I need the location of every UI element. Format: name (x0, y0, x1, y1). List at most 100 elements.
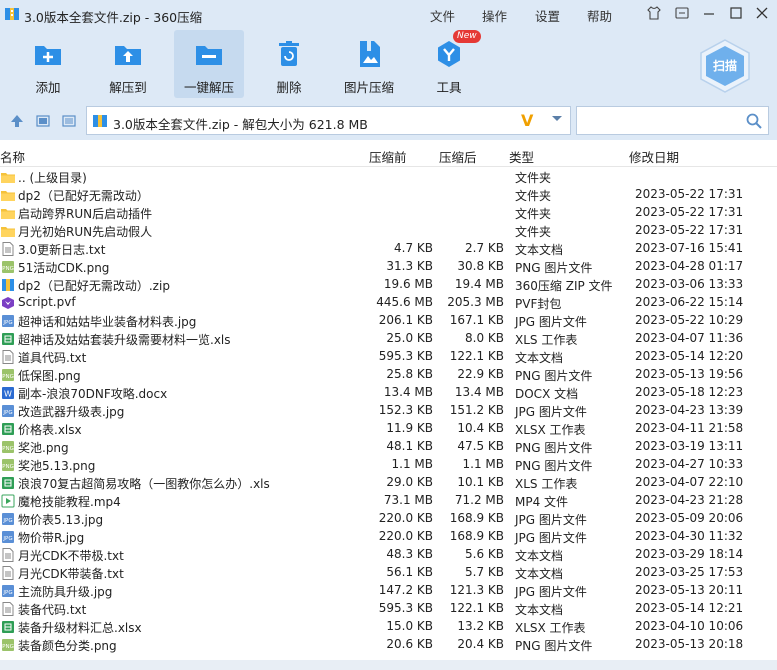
search-input[interactable] (581, 111, 735, 131)
menu-file[interactable]: 文件 (430, 6, 455, 25)
skin-icon[interactable] (645, 6, 663, 24)
file-type: XLSX 工作表 (515, 621, 586, 635)
file-row[interactable]: 装备升级材料汇总.xlsx 15.0 KB 13.2 KB XLSX 工作表 2023-… (0, 618, 777, 636)
file-packed-size: 22.9 KB (457, 367, 504, 381)
file-type: 文件夹 (515, 171, 552, 185)
file-row[interactable]: 启动跨界RUN后启动插件 文件夹 2023-05-22 17:31 (0, 204, 777, 222)
file-packed-size: 20.4 KB (457, 637, 504, 651)
delete-button[interactable]: 删除 (254, 30, 324, 98)
file-name: 道具代码.txt (18, 351, 87, 365)
verified-v-icon: V (521, 111, 534, 130)
menu-help[interactable]: 帮助 (587, 6, 612, 25)
png-file-icon: PNG (1, 638, 15, 652)
file-row[interactable]: 月光初始RUN先启动假人 文件夹 2023-05-22 17:31 (0, 222, 777, 240)
file-row[interactable]: .. (上级目录) 文件夹 (0, 168, 777, 186)
file-row[interactable]: PNG 奖池.png 48.1 KB 47.5 KB PNG 图片文件 2023-03-1… (0, 438, 777, 456)
file-row[interactable]: Script.pvf 445.6 MB 205.3 MB PVF封包 2023-06-2… (0, 294, 777, 312)
file-row[interactable]: PNG 51活动CDK.png 31.3 KB 30.8 KB PNG 图片文件 2023… (0, 258, 777, 276)
file-name: 奖池.png (18, 441, 69, 455)
scan-button[interactable]: 扫描 (698, 38, 752, 94)
file-size: 20.6 KB (386, 637, 433, 651)
column-date[interactable]: 修改日期 (629, 147, 679, 166)
file-row[interactable]: PNG 装备颜色分类.png 20.6 KB 20.4 KB PNG 图片文件 2023-… (0, 636, 777, 654)
column-name[interactable]: 名称 (0, 147, 25, 166)
menu-settings[interactable]: 设置 (535, 6, 560, 25)
file-date: 2023-04-27 10:33 (635, 457, 744, 471)
file-type: 文本文档 (515, 603, 564, 617)
file-size: 206.1 KB (378, 313, 433, 327)
search-icon[interactable] (746, 113, 762, 129)
column-packed[interactable]: 压缩后 (439, 147, 477, 166)
add-button[interactable]: 添加 (13, 30, 83, 98)
file-row[interactable]: PNG 低保图.png 25.8 KB 22.9 KB PNG 图片文件 2023-05-… (0, 366, 777, 384)
list-view-icon[interactable] (62, 114, 76, 128)
file-row[interactable]: 魔枪技能教程.mp4 73.1 MB 71.2 MB MP4 文件 2023-04-23… (0, 492, 777, 510)
file-row[interactable]: JPG 超神话和姑姑毕业装备材料表.jpg 206.1 KB 167.1 KB JPG … (0, 312, 777, 330)
file-size: 595.3 KB (378, 349, 433, 363)
menu-operation[interactable]: 操作 (482, 6, 507, 25)
file-row[interactable]: JPG 物价带R.jpg 220.0 KB 168.9 KB JPG 图片文件 2023-… (0, 528, 777, 546)
file-row[interactable]: 月光CDK不带极.txt 48.3 KB 5.6 KB 文本文档 2023-03-29 … (0, 546, 777, 564)
file-row[interactable]: 价格表.xlsx 11.9 KB 10.4 KB XLSX 工作表 2023-04-11… (0, 420, 777, 438)
file-row[interactable]: 浪浪70复古超简易攻略（一图教你怎么办）.xls 29.0 KB 10.1 KB XL… (0, 474, 777, 492)
file-name: 装备颜色分类.png (18, 639, 117, 653)
text-file-icon (1, 242, 15, 256)
extract-to-button[interactable]: 解压到 (93, 30, 163, 98)
file-size: 220.0 KB (378, 511, 433, 525)
file-packed-size: 2.7 KB (465, 241, 504, 255)
chevron-down-icon[interactable] (551, 111, 563, 125)
file-name: Script.pvf (18, 295, 76, 309)
file-type: 360压缩 ZIP 文件 (515, 279, 613, 293)
file-row[interactable]: JPG 主流防具升级.jpg 147.2 KB 121.3 KB JPG 图片文件 202… (0, 582, 777, 600)
file-row[interactable]: 月光CDK带装备.txt 56.1 KB 5.7 KB 文本文档 2023-03-25 … (0, 564, 777, 582)
jpg-file-icon: JPG (1, 584, 15, 598)
video-file-icon (1, 494, 15, 508)
file-row[interactable]: dp2（已配好无需改动） 文件夹 2023-05-22 17:31 (0, 186, 777, 204)
feedback-icon[interactable] (673, 6, 691, 24)
file-list: .. (上级目录) 文件夹 dp2（已配好无需改动） 文件夹 2023-05-22 17… (0, 168, 777, 654)
file-type: XLS 工作表 (515, 477, 578, 491)
up-arrow-icon[interactable] (10, 114, 24, 128)
file-date: 2023-05-09 20:06 (635, 511, 744, 525)
file-row[interactable]: PNG 奖池5.13.png 1.1 MB 1.1 MB PNG 图片文件 2023-04… (0, 456, 777, 474)
file-type: JPG 图片文件 (515, 513, 587, 527)
file-type: JPG 图片文件 (515, 531, 587, 545)
file-date: 2023-05-22 17:31 (635, 187, 744, 201)
svg-text:PNG: PNG (2, 266, 14, 272)
file-size: 31.3 KB (386, 259, 433, 273)
file-row[interactable]: 装备代码.txt 595.3 KB 122.1 KB 文本文档 2023-05-14 1… (0, 600, 777, 618)
view-mode-icon[interactable] (36, 114, 50, 128)
file-packed-size: 5.6 KB (465, 547, 504, 561)
file-row[interactable]: 超神话及姑姑套装升级需要材料一览.xls 25.0 KB 8.0 KB XLS 工作表… (0, 330, 777, 348)
text-file-icon (1, 350, 15, 364)
image-compress-button[interactable]: 图片压缩 (334, 30, 404, 98)
column-size[interactable]: 压缩前 (369, 147, 407, 166)
status-bar (0, 660, 777, 670)
column-type[interactable]: 类型 (509, 147, 534, 166)
maximize-icon[interactable] (727, 6, 745, 24)
file-row[interactable]: JPG 物价表5.13.jpg 220.0 KB 168.9 KB JPG 图片文件 20… (0, 510, 777, 528)
file-name: 月光CDK带装备.txt (18, 567, 124, 581)
file-packed-size: 151.2 KB (449, 403, 504, 417)
file-row[interactable]: W 副本-浪浪70DNF攻略.docx 13.4 MB 13.4 MB DOCX 文档 2… (0, 384, 777, 402)
file-row[interactable]: 3.0更新日志.txt 4.7 KB 2.7 KB 文本文档 2023-07-16 15… (0, 240, 777, 258)
app-zip-icon (5, 8, 19, 20)
file-date: 2023-04-07 11:36 (635, 331, 744, 345)
one-click-extract-button[interactable]: 一键解压 (174, 30, 244, 98)
file-type: 文本文档 (515, 351, 564, 365)
file-packed-size: 1.1 MB (462, 457, 504, 471)
tools-button[interactable]: New 工具 (414, 30, 484, 98)
close-icon[interactable] (753, 6, 771, 24)
file-size: 1.1 MB (391, 457, 433, 471)
column-header: 名称 压缩前 压缩后 类型 修改日期 (0, 144, 777, 167)
file-type: XLSX 工作表 (515, 423, 586, 437)
tools-label: 工具 (436, 80, 462, 95)
file-row[interactable]: dp2（已配好无需改动）.zip 19.6 MB 19.4 MB 360压缩 ZIP … (0, 276, 777, 294)
file-type: PNG 图片文件 (515, 261, 593, 275)
file-row[interactable]: JPG 改造武器升级表.jpg 152.3 KB 151.2 KB JPG 图片文件 20… (0, 402, 777, 420)
file-row[interactable]: 道具代码.txt 595.3 KB 122.1 KB 文本文档 2023-05-14 1… (0, 348, 777, 366)
path-box[interactable]: 3.0版本全套文件.zip - 解包大小为 621.8 MB V (86, 106, 571, 135)
file-date: 2023-04-11 21:58 (635, 421, 744, 435)
file-name: 51活动CDK.png (18, 261, 110, 275)
minimize-icon[interactable] (700, 6, 718, 24)
